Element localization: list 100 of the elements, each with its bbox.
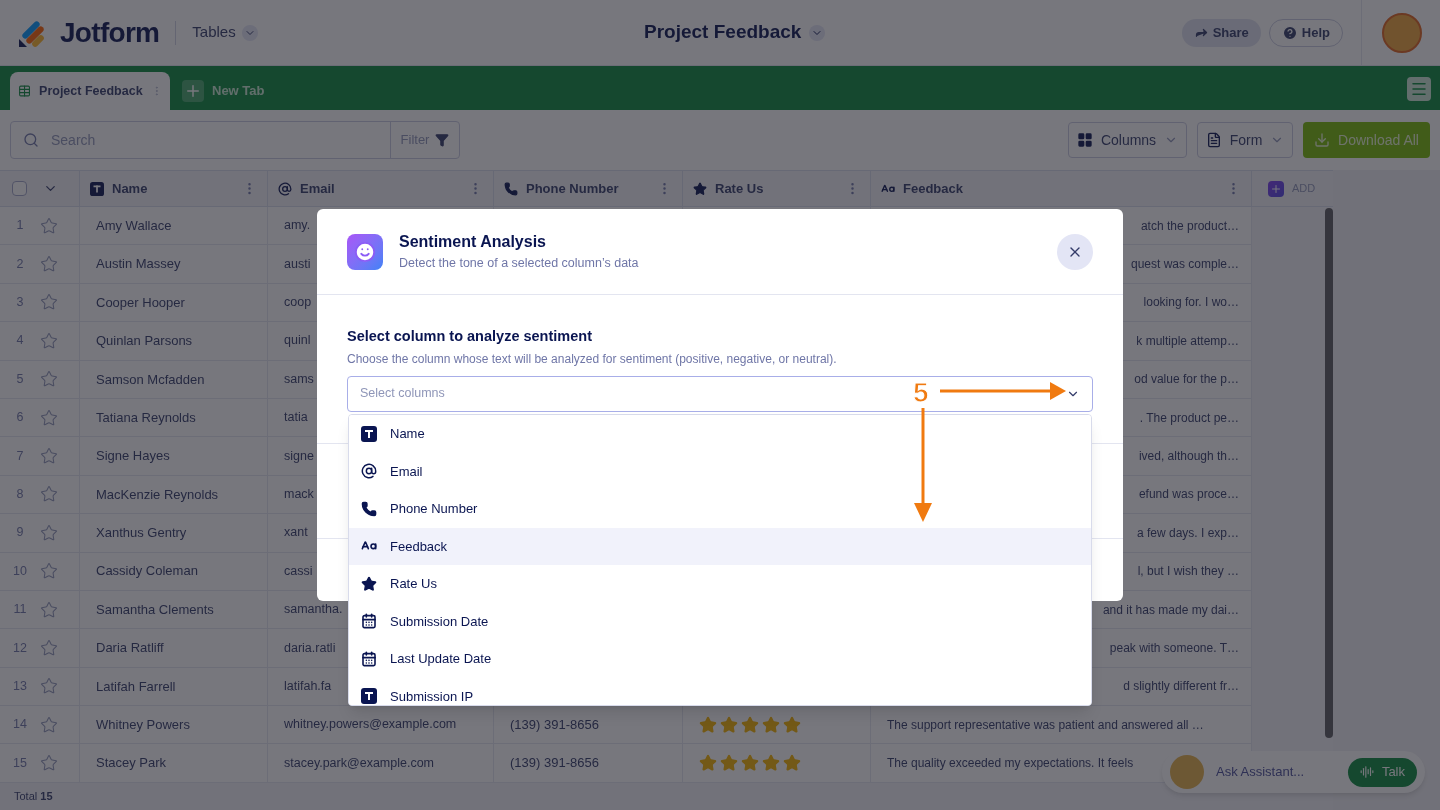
at-sign-icon bbox=[361, 463, 377, 480]
rating-star-icon bbox=[699, 754, 717, 773]
table-cell-text: d slightly different fr… bbox=[1123, 678, 1239, 696]
row-number: 11 bbox=[12, 601, 28, 619]
rating-star-icon bbox=[762, 754, 780, 773]
star-icon[interactable] bbox=[40, 293, 58, 312]
menu-button[interactable] bbox=[1407, 77, 1431, 101]
tab[interactable]: Project Feedback bbox=[10, 72, 170, 110]
select-all-checkbox[interactable] bbox=[12, 181, 27, 196]
star-icon[interactable] bbox=[40, 255, 58, 274]
star-icon bbox=[361, 575, 377, 592]
table-cell-text: Latifah Farrell bbox=[96, 677, 176, 696]
row-number: 5 bbox=[15, 370, 25, 388]
table-cell-text: Quinlan Parsons bbox=[96, 332, 193, 351]
grid-icon bbox=[18, 83, 32, 99]
step-number: 5 bbox=[913, 376, 929, 410]
dropdown-option[interactable]: Rate Us bbox=[349, 565, 1091, 603]
star-icon[interactable] bbox=[40, 639, 58, 657]
avatar[interactable] bbox=[1382, 12, 1422, 53]
table-cell-text: tatia bbox=[284, 409, 308, 427]
share-button[interactable]: Share bbox=[1181, 18, 1261, 47]
rating-star-icon bbox=[699, 715, 717, 734]
table-cell-text: Austin Massey bbox=[96, 255, 181, 274]
table-cell-text: xant bbox=[284, 524, 308, 542]
table-cell-text: Cassidy Coleman bbox=[96, 562, 198, 581]
text-type-icon bbox=[90, 181, 104, 196]
table-cell-text: peak with someone. T… bbox=[1109, 640, 1239, 657]
dropdown-option[interactable]: Last Update Date bbox=[349, 640, 1091, 678]
rating-star-icon bbox=[720, 715, 738, 734]
table-cell-text: quinl bbox=[284, 332, 311, 350]
table-cell-text: efund was proce… bbox=[1138, 486, 1239, 504]
rating-star-icon bbox=[741, 754, 759, 773]
star-icon[interactable] bbox=[40, 447, 58, 466]
table-cell-text: amy. bbox=[284, 217, 311, 235]
help-icon bbox=[1281, 24, 1298, 41]
star-icon[interactable] bbox=[40, 331, 58, 350]
calendar-icon bbox=[361, 650, 377, 667]
row-number: 8 bbox=[15, 486, 25, 504]
dropdown-option[interactable]: Phone Number bbox=[349, 490, 1091, 528]
column-header[interactable]: Phone Number bbox=[494, 171, 683, 206]
table-cell-text: The quality exceeded my expectations. It feels bbox=[887, 755, 1134, 773]
section-dropdown[interactable]: Tables bbox=[192, 21, 258, 44]
total-count: Total 15 bbox=[13, 789, 53, 805]
new-tab-button[interactable]: New Tab bbox=[182, 80, 265, 102]
table-cell-text: Signe Hayes bbox=[96, 447, 170, 466]
column-header[interactable]: Name bbox=[80, 171, 268, 206]
column-header[interactable]: Email bbox=[268, 171, 494, 206]
rating-star-icon bbox=[720, 754, 738, 773]
table-title-dropdown[interactable]: Project Feedback bbox=[644, 18, 826, 47]
star-icon[interactable] bbox=[40, 600, 58, 619]
table-cell-text: Stacey Park bbox=[96, 754, 167, 773]
table-cell-text: daria.ratli bbox=[284, 639, 336, 657]
star-icon[interactable] bbox=[40, 370, 58, 389]
plus-icon bbox=[1270, 182, 1282, 195]
star-icon[interactable] bbox=[40, 677, 58, 696]
table-cell-text: samantha. bbox=[284, 601, 343, 619]
column-header[interactable]: Rate Us bbox=[683, 171, 871, 206]
table-cell-text: MacKenzie Reynolds bbox=[96, 485, 219, 504]
table-cell-text: stacey.park@example.com bbox=[284, 754, 434, 772]
text-type-icon bbox=[361, 425, 377, 442]
dropdown-option[interactable]: Name bbox=[349, 415, 1091, 453]
filter-icon bbox=[435, 133, 450, 147]
table-cell-text: Samantha Clements bbox=[96, 600, 214, 619]
scrollbar[interactable] bbox=[1325, 208, 1333, 738]
row-number: 2 bbox=[15, 255, 25, 273]
phone-icon bbox=[361, 500, 377, 517]
table-cell-text: The support representative was patient and answered all … bbox=[887, 716, 1204, 734]
dropdown-option[interactable]: Email bbox=[349, 452, 1091, 490]
table-cell-text: and it has made my dai… bbox=[1102, 601, 1239, 619]
sentiment-icon bbox=[347, 233, 383, 270]
table-cell-text: . The product pe… bbox=[1139, 409, 1239, 427]
star-icon[interactable] bbox=[40, 715, 58, 734]
table-cell-text: k multiple attemp… bbox=[1136, 332, 1239, 350]
columns-button[interactable]: Columns bbox=[1068, 122, 1187, 158]
dropdown-option[interactable]: Submission Date bbox=[349, 602, 1091, 640]
form-button[interactable]: Form bbox=[1197, 122, 1293, 158]
plus-icon bbox=[184, 82, 202, 100]
table-cell-text: quest was comple… bbox=[1130, 256, 1239, 274]
star-icon[interactable] bbox=[40, 523, 58, 542]
assistant-placeholder: Ask Assistant... bbox=[1216, 763, 1306, 782]
table-cell-text: mack bbox=[284, 486, 314, 504]
star-icon[interactable] bbox=[40, 485, 58, 504]
logo-text: Jotform bbox=[60, 15, 160, 50]
rating-star-icon bbox=[783, 754, 801, 773]
dropdown-option[interactable]: Feedback bbox=[349, 527, 1091, 565]
dropdown-option[interactable]: Submission IP bbox=[349, 677, 1091, 705]
field-label: Select column to analyze sentiment bbox=[347, 327, 593, 346]
talk-button[interactable]: Talk bbox=[1347, 757, 1417, 787]
close-button[interactable] bbox=[1057, 233, 1093, 270]
star-icon[interactable] bbox=[40, 216, 58, 235]
assistant-bar[interactable]: Ask Assistant... Talk bbox=[1162, 751, 1425, 793]
modal-subtitle: Detect the tone of a selected column’s data bbox=[399, 255, 639, 273]
column-header[interactable]: Feedback bbox=[871, 171, 1252, 206]
field-hint: Choose the column whose text will be analyzed for sentiment (positive, negative, or neutral). bbox=[347, 350, 838, 368]
star-icon[interactable] bbox=[40, 754, 58, 773]
star-icon[interactable] bbox=[40, 408, 58, 427]
phone-icon bbox=[504, 181, 518, 196]
row-number: 14 bbox=[12, 716, 28, 734]
star-icon[interactable] bbox=[40, 562, 58, 581]
row-number: 1 bbox=[15, 217, 25, 235]
